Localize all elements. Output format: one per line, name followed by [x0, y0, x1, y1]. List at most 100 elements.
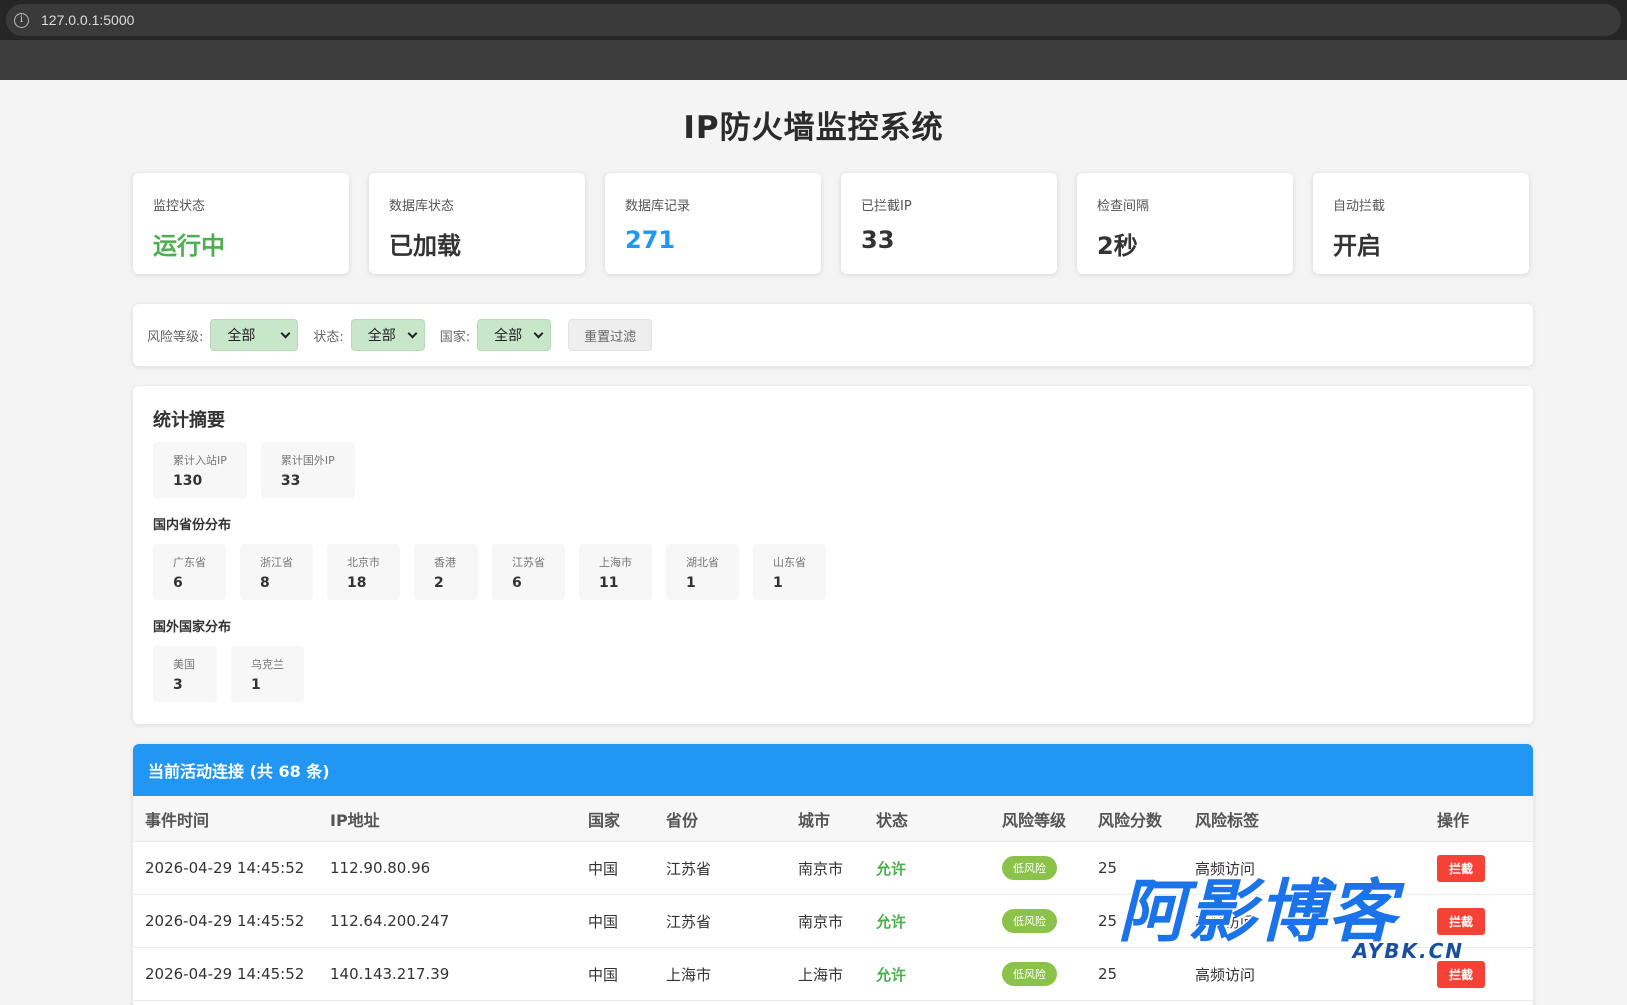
stat-value: 6	[173, 575, 183, 591]
country-select[interactable]: 全部	[477, 319, 552, 351]
stat-label: 广东省	[173, 556, 206, 569]
page-title: IP防火墙监控系统	[683, 110, 944, 146]
browser-toolbar: i 127.0.0.1:5000	[0, 0, 1627, 40]
card-label: 数据库状态	[389, 199, 455, 214]
province-row: 广东省 6 浙江省 8 北京市 18 香港 2 江苏省 6 上海市 11 湖北省 1 山东省 1	[153, 544, 1513, 600]
country-selected: 全部	[494, 328, 523, 344]
country-row: 美国 3 乌克兰 1	[153, 646, 1513, 702]
card-label: 检查间隔	[1097, 199, 1150, 214]
stat-label: 浙江省	[260, 556, 293, 569]
card-auto-block: 自动拦截 开启	[1313, 173, 1529, 274]
province-distribution-title: 国内省份分布	[153, 518, 232, 533]
stat-label: 山东省	[773, 556, 806, 569]
stat-label: 香港	[434, 556, 456, 569]
active-connections-panel: 当前活动连接 (共 68 条) 事件时间 IP地址 国家 省份 城市 状态 风险…	[133, 744, 1533, 1005]
cell-time: 2026-04-29 14:45:52	[145, 965, 305, 983]
risk-badge: 低风险	[1002, 856, 1057, 880]
stat-value: 2	[434, 575, 444, 591]
card-label: 自动拦截	[1333, 199, 1386, 214]
info-icon[interactable]: i	[14, 12, 29, 28]
province-item: 江苏省 6	[492, 544, 565, 600]
stats-summary-panel: 统计摘要 累计入站IP 130 累计国外IP 33 国内省份分布 广东省 6 浙江…	[133, 386, 1533, 724]
card-value: 271	[625, 226, 676, 254]
country-distribution-title: 国外国家分布	[153, 620, 232, 635]
province-item: 上海市 11	[579, 544, 652, 600]
table-row: 2026-04-29 14:45:52 112.64.200.247 中国 江苏…	[133, 895, 1533, 948]
province-item: 广东省 6	[153, 544, 226, 600]
cell-ip: 112.64.200.247	[330, 912, 450, 930]
stat-label: 江苏省	[512, 556, 545, 569]
cell-country: 中国	[588, 912, 619, 931]
col-risk-tag: 风险标签	[1195, 810, 1260, 830]
stat-total-foreign: 累计国外IP 33	[260, 442, 355, 498]
country-item: 美国 3	[153, 646, 217, 702]
cell-city: 南京市	[798, 912, 844, 931]
card-database-status: 数据库状态 已加载	[369, 173, 585, 274]
status-filter-label: 状态:	[313, 329, 344, 345]
cell-risk-tag: 高频访问	[1195, 859, 1256, 878]
card-value: 已加载	[389, 232, 461, 260]
stat-value: 18	[347, 575, 367, 591]
cell-country: 中国	[588, 859, 619, 878]
stat-label: 累计入站IP	[173, 454, 227, 467]
browser-bookmarks-bar	[0, 40, 1627, 80]
cell-status: 允许	[876, 965, 907, 984]
block-button[interactable]: 拦截	[1437, 960, 1486, 988]
cell-country: 中国	[588, 965, 619, 984]
block-button[interactable]: 拦截	[1437, 907, 1486, 935]
cell-risk-level: 低风险	[990, 856, 1086, 880]
chevron-down-icon	[280, 328, 291, 338]
address-bar[interactable]: i 127.0.0.1:5000	[6, 4, 1621, 36]
col-province: 省份	[666, 810, 699, 830]
col-ip: IP地址	[330, 810, 380, 830]
reset-filter-button[interactable]: 重置过滤	[568, 319, 653, 351]
status-select[interactable]: 全部	[350, 319, 425, 351]
stat-value: 11	[599, 575, 619, 591]
card-check-interval: 检查间隔 2秒	[1077, 173, 1293, 274]
stat-value: 3	[173, 677, 183, 693]
status-cards: 监控状态 运行中 数据库状态 已加载 数据库记录 271 已拦截IP 33 检查…	[133, 173, 1533, 274]
cell-action: 拦截	[1425, 907, 1533, 935]
country-item: 乌克兰 1	[231, 646, 304, 702]
stat-value: 130	[173, 473, 203, 489]
stat-label: 美国	[173, 658, 195, 671]
table-row: 2026-04-29 14:45:52 112.90.80.96 中国 江苏省 …	[133, 842, 1533, 895]
stat-label: 北京市	[347, 556, 380, 569]
cell-risk-score: 25	[1098, 912, 1118, 930]
stat-value: 1	[773, 575, 783, 591]
risk-badge: 低风险	[1002, 909, 1057, 933]
table-header: 事件时间 IP地址 国家 省份 城市 状态 风险等级 风险分数 风险标签 操作	[133, 796, 1533, 842]
card-value: 运行中	[153, 232, 225, 260]
cell-province: 江苏省	[666, 912, 712, 931]
stats-title: 统计摘要	[153, 410, 225, 431]
country-filter-label: 国家:	[439, 329, 471, 345]
card-monitor-status: 监控状态 运行中	[133, 173, 349, 274]
block-button[interactable]: 拦截	[1437, 854, 1486, 882]
cell-city: 上海市	[798, 965, 844, 984]
card-value: 2秒	[1097, 232, 1138, 260]
chevron-down-icon	[533, 328, 544, 338]
card-label: 数据库记录	[625, 199, 691, 214]
stat-value: 6	[512, 575, 522, 591]
province-item: 山东省 1	[753, 544, 826, 600]
cell-risk-level: 低风险	[990, 962, 1086, 986]
province-item: 香港 2	[414, 544, 478, 600]
totals-row: 累计入站IP 130 累计国外IP 33	[153, 442, 1513, 498]
card-database-records: 数据库记录 271	[605, 173, 821, 274]
stat-label: 乌克兰	[251, 658, 284, 671]
table-row: 2026-04-29 14:45:52 140.143.217.39 中国 上海…	[133, 948, 1533, 1001]
province-item: 北京市 18	[327, 544, 400, 600]
col-country: 国家	[588, 810, 621, 830]
col-action: 操作	[1437, 810, 1470, 830]
cell-province: 江苏省	[666, 859, 712, 878]
cell-ip: 140.143.217.39	[330, 965, 450, 983]
card-blocked-ip: 已拦截IP 33	[841, 173, 1057, 274]
cell-risk-score: 25	[1098, 965, 1118, 983]
stat-value: 33	[280, 473, 301, 489]
risk-level-select[interactable]: 全部	[210, 319, 299, 351]
col-status: 状态	[876, 810, 909, 830]
status-selected: 全部	[367, 328, 396, 344]
stat-total-inbound: 累计入站IP 130	[153, 442, 247, 498]
url-text[interactable]: 127.0.0.1:5000	[41, 12, 134, 28]
stat-label: 上海市	[599, 556, 632, 569]
